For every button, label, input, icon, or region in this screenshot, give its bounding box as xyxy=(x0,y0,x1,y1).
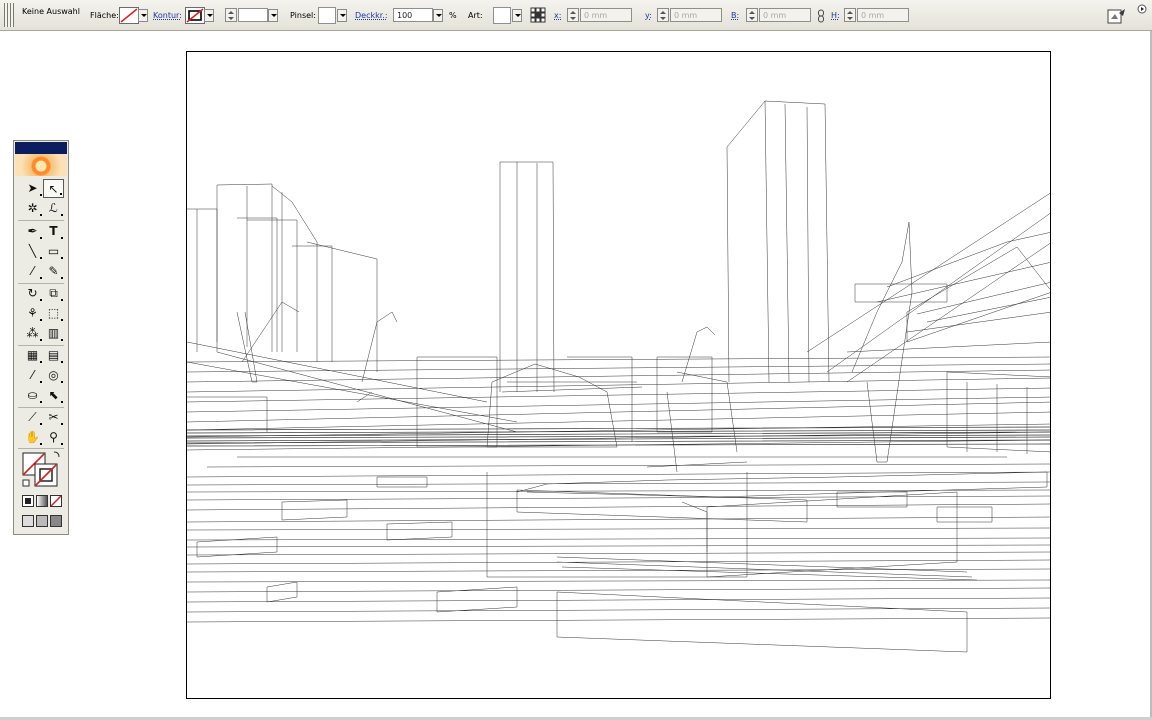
live-paint-bucket-tool-icon[interactable]: ⛀ xyxy=(22,386,43,405)
height-value: 0 mm xyxy=(861,11,885,20)
opacity-value: 100 xyxy=(397,11,413,20)
warp-tool-icon[interactable]: ⚘ xyxy=(22,304,43,323)
tools-panel-titlebar[interactable] xyxy=(15,142,67,154)
reference-point-icon[interactable] xyxy=(530,7,546,23)
paintbrush-tool-icon[interactable]: ⁄ xyxy=(22,262,43,281)
pencil-tool-icon[interactable]: ✎ xyxy=(43,262,64,281)
brush-dropdown[interactable] xyxy=(337,9,347,22)
scissors-tool-icon[interactable]: ✂ xyxy=(43,408,64,427)
y-stepper[interactable] xyxy=(657,8,669,22)
height-label[interactable]: H: xyxy=(831,10,840,22)
pen-tool-icon[interactable]: ✒ xyxy=(22,222,43,241)
tools-panel: ➤ ↖ ✲ ℒ ✒ T ╲ ▭ ⁄ ✎ ↻ ⧉ ⚘ ⬚ ⁂ ▥ ▦ ▤ ⁄ ◎ … xyxy=(13,140,69,535)
color-mode-button[interactable] xyxy=(22,495,34,507)
opacity-label[interactable]: Deckkr.: xyxy=(355,10,388,22)
fill-label: Fläche: xyxy=(90,11,119,20)
menu-screen-mode-button[interactable] xyxy=(36,515,48,527)
full-screen-mode-button[interactable] xyxy=(50,515,62,527)
x-label[interactable]: x: xyxy=(554,10,561,22)
tool-separator xyxy=(18,448,64,449)
brush-label: Pinsel: xyxy=(290,11,316,20)
graphic-style-dropdown[interactable] xyxy=(512,9,522,22)
live-paint-selection-tool-icon[interactable]: ⬉ xyxy=(43,386,64,405)
opacity-unit: % xyxy=(449,11,457,20)
width-stepper[interactable] xyxy=(746,8,758,22)
lasso-tool-icon[interactable]: ℒ xyxy=(43,199,64,218)
rotate-tool-icon[interactable]: ↻ xyxy=(22,284,43,303)
slice-tool-icon[interactable]: ⟋ xyxy=(22,408,43,427)
y-value: 0 mm xyxy=(674,11,698,20)
x-stepper[interactable] xyxy=(567,8,579,22)
width-value: 0 mm xyxy=(763,11,787,20)
magic-wand-tool-icon[interactable]: ✲ xyxy=(22,199,43,218)
none-icon xyxy=(51,496,61,506)
gradient-mode-button[interactable] xyxy=(36,495,48,507)
type-tool-icon[interactable]: T xyxy=(43,222,64,241)
stroke-label[interactable]: Kontur: xyxy=(153,10,182,22)
blend-tool-icon[interactable]: ◎ xyxy=(43,366,64,385)
graphic-style-swatch[interactable] xyxy=(493,7,511,24)
mesh-tool-icon[interactable]: ▦ xyxy=(22,346,43,365)
control-bar: Keine Auswahl Fläche: Kontur: Pinsel: De… xyxy=(0,0,1152,31)
direct-selection-tool-icon[interactable]: ↖ xyxy=(43,179,64,198)
style-label: Art: xyxy=(468,11,483,20)
stroke-weight-dropdown[interactable] xyxy=(268,9,278,22)
fill-stroke-icon[interactable] xyxy=(21,450,63,490)
selection-status: Keine Auswahl xyxy=(22,7,80,16)
control-bar-grip[interactable] xyxy=(4,3,14,27)
column-graph-tool-icon[interactable]: ▥ xyxy=(43,324,64,343)
constrain-proportions-icon[interactable] xyxy=(817,9,825,23)
stroke-weight-stepper[interactable] xyxy=(225,8,237,22)
rectangle-tool-icon[interactable]: ▭ xyxy=(43,242,64,261)
stroke-dropdown[interactable] xyxy=(204,9,214,22)
hand-tool-icon[interactable]: ✋ xyxy=(22,428,43,447)
scale-tool-icon[interactable]: ⧉ xyxy=(43,284,64,303)
artboard[interactable] xyxy=(186,51,1051,699)
none-swatch-icon xyxy=(120,8,138,23)
brush-swatch[interactable] xyxy=(318,7,336,24)
stroke-weight-input[interactable] xyxy=(238,8,268,22)
fill-dropdown[interactable] xyxy=(138,9,148,22)
opacity-arrow-button[interactable] xyxy=(433,9,443,22)
height-stepper[interactable] xyxy=(844,8,856,22)
gradient-tool-icon[interactable]: ▤ xyxy=(43,346,64,365)
none-mode-button[interactable] xyxy=(50,495,62,507)
y-label[interactable]: y: xyxy=(645,10,652,22)
x-value: 0 mm xyxy=(584,11,608,20)
width-label[interactable]: B: xyxy=(731,10,739,22)
wireframe-illustration xyxy=(187,100,1050,653)
selection-tool-icon[interactable]: ➤ xyxy=(22,179,43,198)
free-transform-tool-icon[interactable]: ⬚ xyxy=(43,304,64,323)
fill-swatch[interactable] xyxy=(119,7,139,24)
adobe-flower-logo[interactable] xyxy=(15,154,67,176)
panel-menu-icon[interactable] xyxy=(1137,4,1147,14)
zoom-tool-icon[interactable]: ⚲ xyxy=(43,428,64,447)
line-tool-icon[interactable]: ╲ xyxy=(22,242,43,261)
stroke-swatch[interactable] xyxy=(185,7,205,24)
none-stroke-icon xyxy=(186,8,204,23)
tool-separator xyxy=(18,220,64,221)
standard-screen-mode-button[interactable] xyxy=(22,515,34,527)
eyedropper-tool-icon[interactable]: ⁄ xyxy=(22,366,43,385)
symbol-sprayer-tool-icon[interactable]: ⁂ xyxy=(22,324,43,343)
document-setup-icon[interactable] xyxy=(1107,7,1127,25)
